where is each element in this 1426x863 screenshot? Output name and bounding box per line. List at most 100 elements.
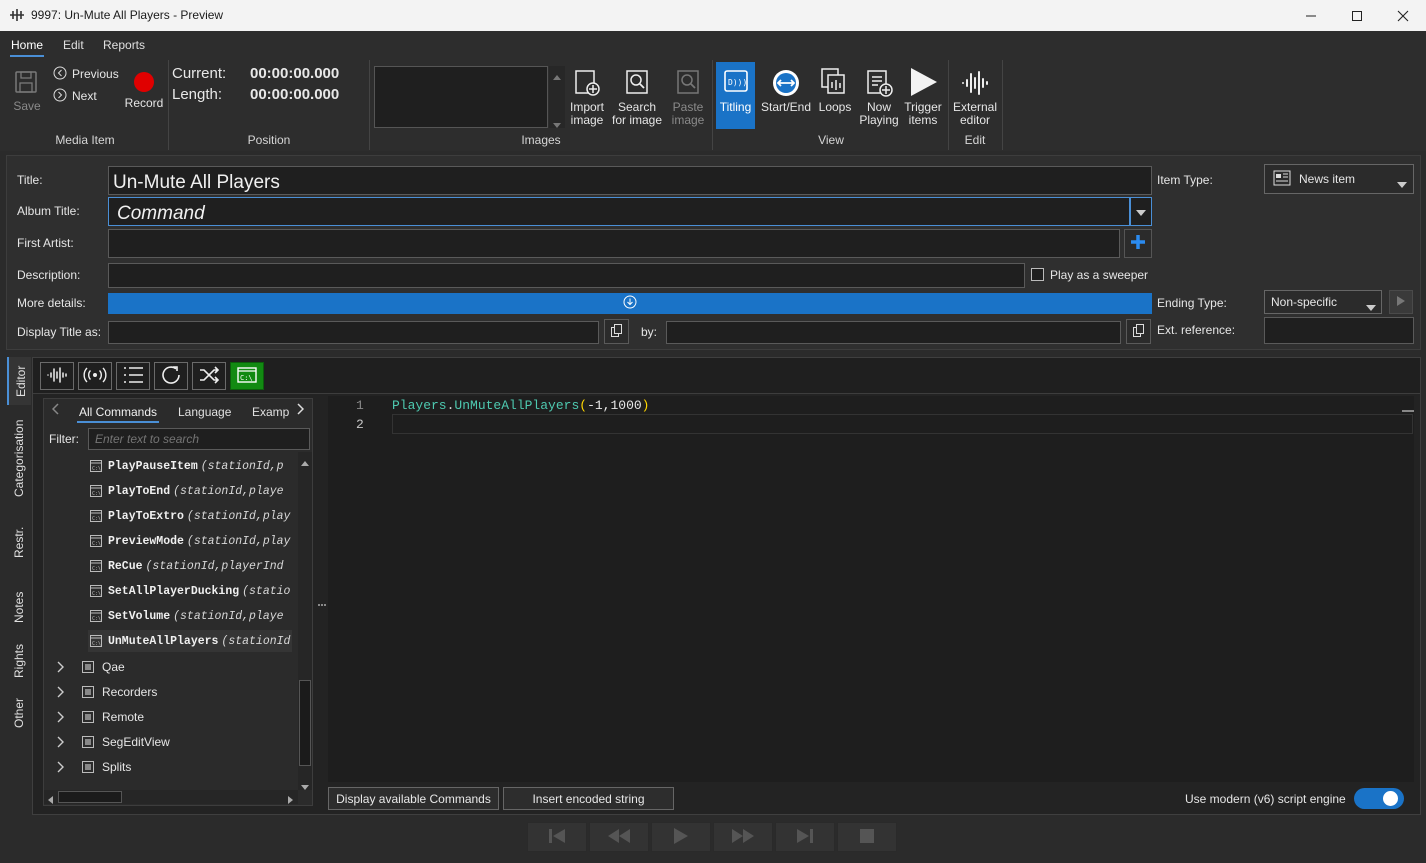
command-item[interactable]: C:\ PlayToExtro (stationId,play	[88, 505, 292, 527]
minimize-button[interactable]	[1288, 0, 1334, 31]
display-commands-button[interactable]: Display available Commands	[328, 787, 499, 810]
more-details-expander[interactable]	[108, 293, 1152, 314]
title-input[interactable]: Un-Mute All Players	[108, 166, 1152, 195]
insert-encoded-string-button[interactable]: Insert encoded string	[503, 787, 674, 810]
side-tab-editor[interactable]: Editor	[7, 357, 31, 405]
import-image-button[interactable]: Import image	[566, 68, 608, 127]
command-group-item[interactable]: Splits	[56, 756, 131, 778]
image-preview	[374, 66, 548, 128]
external-editor-button[interactable]: External editor	[952, 68, 998, 127]
ending-type-select[interactable]: Non-specific	[1264, 290, 1382, 314]
previous-button[interactable]: Previous	[53, 66, 119, 83]
command-name: PreviewMode	[108, 534, 184, 548]
start-end-icon	[759, 68, 813, 101]
side-tab-other[interactable]: Other	[7, 690, 31, 730]
command-name: SetVolume	[108, 609, 171, 623]
script-console-button[interactable]: C:\	[230, 362, 264, 390]
command-item[interactable]: C:\ SetAllPlayerDucking (statio	[88, 580, 292, 602]
command-group-item[interactable]: SegEditView	[56, 731, 170, 753]
paste-image-button[interactable]: Paste image	[667, 68, 709, 127]
side-tab-rights[interactable]: Rights	[7, 637, 31, 683]
tab-home[interactable]: Home	[11, 38, 43, 52]
tab-reports[interactable]: Reports	[103, 38, 145, 52]
list-button[interactable]	[116, 362, 150, 390]
maximize-button[interactable]	[1334, 0, 1380, 31]
close-button[interactable]	[1380, 0, 1426, 31]
first-artist-input[interactable]	[108, 229, 1120, 258]
description-input[interactable]	[108, 263, 1025, 288]
filter-input[interactable]	[88, 428, 310, 450]
tab-language[interactable]: Language	[178, 405, 231, 419]
search-image-button[interactable]: Search for image	[611, 68, 663, 127]
skip-to-start-button[interactable]	[527, 822, 587, 852]
command-name: SetAllPlayerDucking	[108, 584, 240, 598]
side-tab-restr[interactable]: Restr.	[7, 510, 31, 570]
command-item[interactable]: C:\ UnMuteAllPlayers (stationId	[88, 630, 292, 652]
record-button[interactable]: Record	[123, 70, 165, 114]
skip-start-icon	[547, 828, 567, 847]
scroll-thumb[interactable]	[58, 791, 122, 803]
skip-to-end-button[interactable]	[775, 822, 835, 852]
next-button[interactable]: Next	[53, 88, 97, 105]
stop-button[interactable]	[837, 822, 897, 852]
group-label: Splits	[102, 760, 132, 774]
command-item[interactable]: C:\ ReCue (stationId,playerInd	[88, 555, 292, 577]
commands-vscrollbar[interactable]	[298, 452, 312, 790]
command-item[interactable]: C:\ PreviewMode (stationId,play	[88, 530, 292, 552]
svg-text:C:\: C:\	[92, 516, 101, 522]
display-by-input[interactable]	[666, 321, 1121, 344]
modern-engine-label: Use modern (v6) script engine	[1185, 792, 1346, 806]
scroll-thumb[interactable]	[299, 680, 311, 766]
group-label-position: Position	[247, 133, 291, 147]
album-dropdown-button[interactable]	[1130, 197, 1152, 226]
loops-button[interactable]: Loops	[816, 66, 854, 114]
panel-splitter[interactable]	[318, 398, 326, 806]
command-item[interactable]: C:\ PlayToEnd (stationId,playe	[88, 480, 292, 502]
modern-engine-toggle[interactable]	[1354, 788, 1404, 809]
save-button[interactable]: Save	[13, 69, 41, 113]
tab-edit[interactable]: Edit	[63, 38, 84, 52]
rewind-button[interactable]	[589, 822, 649, 852]
group-divider	[369, 60, 370, 150]
album-title-input[interactable]: Command	[108, 197, 1130, 226]
trigger-items-button[interactable]: Trigger items	[902, 66, 944, 127]
group-label: SegEditView	[102, 735, 170, 749]
ending-play-button[interactable]	[1389, 290, 1413, 314]
ext-reference-input[interactable]	[1264, 317, 1414, 344]
tab-examples[interactable]: Examp	[252, 405, 289, 419]
image-scrollbar[interactable]	[549, 66, 565, 128]
code-editor[interactable]	[328, 396, 1414, 782]
display-title-label: Display Title as:	[17, 325, 102, 339]
tab-scroll-left-icon[interactable]	[51, 403, 60, 418]
command-item[interactable]: C:\ SetVolume (stationId,playe	[88, 605, 292, 627]
copy-artist-button[interactable]	[1126, 319, 1151, 344]
tab-scroll-right-icon[interactable]	[296, 403, 305, 418]
refresh-button[interactable]	[154, 362, 188, 390]
item-type-select[interactable]: News item	[1264, 164, 1414, 194]
length-value: 00:00:00.000	[250, 86, 340, 103]
broadcast-button[interactable]	[78, 362, 112, 390]
titling-button[interactable]: D))) Titling	[716, 62, 755, 129]
start-end-button[interactable]: Start/End	[759, 68, 813, 114]
now-playing-button[interactable]: Now Playing	[858, 68, 900, 127]
command-item[interactable]: C:\ PlayPauseItem (stationId,p	[88, 455, 292, 477]
add-artist-button[interactable]	[1124, 229, 1152, 258]
command-group-item[interactable]: Qae	[56, 656, 125, 678]
copy-title-button[interactable]	[604, 319, 629, 344]
command-group-item[interactable]: Remote	[56, 706, 144, 728]
group-label: Recorders	[102, 685, 158, 699]
group-label-edit: Edit	[964, 133, 986, 147]
commands-hscrollbar[interactable]	[44, 790, 298, 804]
sweeper-label: Play as a sweeper	[1050, 268, 1149, 282]
side-tab-categorisation[interactable]: Categorisation	[7, 407, 31, 503]
shuffle-button[interactable]	[192, 362, 226, 390]
play-button[interactable]	[651, 822, 711, 852]
audio-waveform-button[interactable]	[40, 362, 74, 390]
fast-forward-button[interactable]	[713, 822, 773, 852]
tab-all-commands[interactable]: All Commands	[79, 405, 157, 419]
sweeper-checkbox[interactable]	[1031, 268, 1044, 281]
command-group-item[interactable]: Recorders	[56, 681, 157, 703]
chevron-right-icon	[56, 736, 64, 748]
display-title-input[interactable]	[108, 321, 599, 344]
side-tab-notes[interactable]: Notes	[7, 582, 31, 632]
